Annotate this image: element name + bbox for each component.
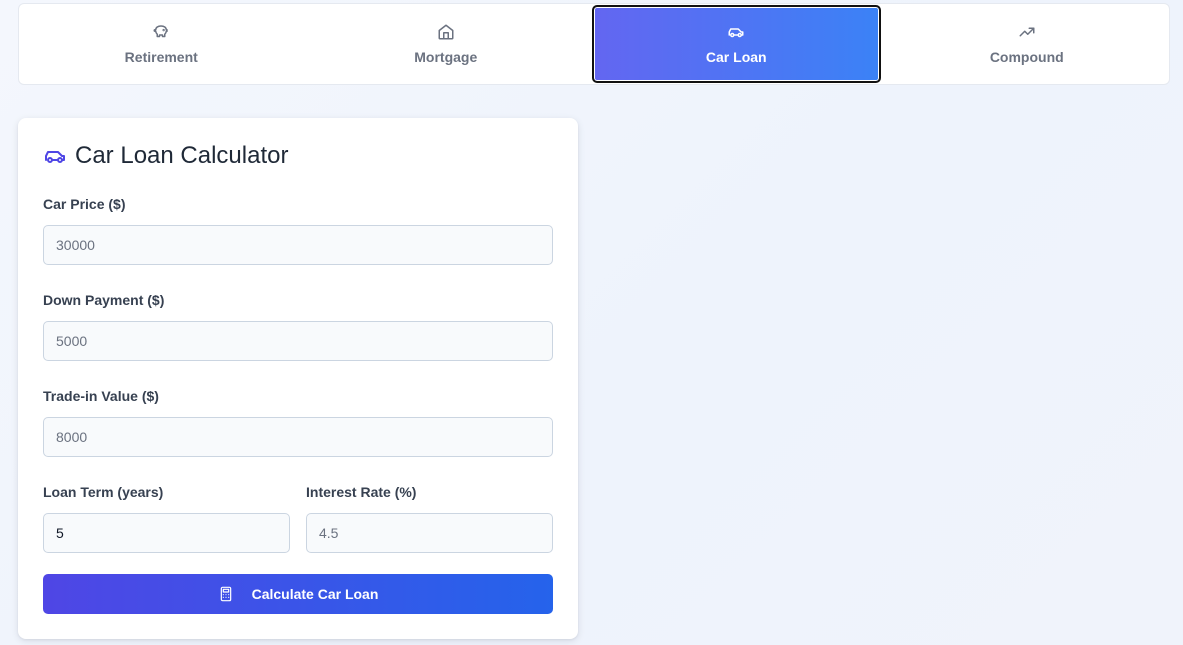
car-icon [728,28,744,38]
interest-rate-input[interactable]: 4.5 [306,513,553,553]
home-icon [438,24,454,40]
trending-up-icon [1019,27,1035,37]
tab-car-loan-label: Car Loan [705,49,767,65]
car-loan-card: Car Loan Calculator Car Price ($) 30000 … [18,118,578,639]
tab-car-loan[interactable]: Car Loan [592,5,881,83]
trade-in-field: Trade-in Value ($) 8000 [43,387,553,457]
card-title: Car Loan Calculator [43,141,553,171]
loan-term-field: Loan Term (years) 5 [43,483,290,553]
piggy-bank-icon [153,25,168,38]
calculator-icon [220,586,231,602]
tab-compound[interactable]: Compound [885,4,1170,84]
tab-mortgage-label: Mortgage [414,49,478,65]
trade-in-label: Trade-in Value ($) [43,388,159,404]
card-title-text: Car Loan Calculator [75,142,289,169]
calculate-car-loan-button[interactable]: Calculate Car Loan [43,574,553,614]
car-price-field: Car Price ($) 30000 [43,195,553,265]
interest-rate-label: Interest Rate (%) [306,484,417,500]
calculate-button-label: Calculate Car Loan [251,586,379,602]
down-payment-label: Down Payment ($) [43,292,165,308]
tab-mortgage[interactable]: Mortgage [304,4,589,84]
car-icon [45,151,65,163]
tab-compound-label: Compound [989,49,1064,65]
loan-term-label: Loan Term (years) [43,484,164,500]
down-payment-input[interactable]: 5000 [43,321,553,361]
car-price-input[interactable]: 30000 [43,225,553,265]
tab-retirement[interactable]: Retirement [19,4,304,84]
down-payment-field: Down Payment ($) 5000 [43,291,553,361]
calculator-tabs: Retirement Mortgage Car Loan Compound [18,3,1170,85]
trade-in-input[interactable]: 8000 [43,417,553,457]
tab-retirement-label: Retirement [124,49,198,65]
interest-rate-field: Interest Rate (%) 4.5 [306,483,553,553]
loan-term-input[interactable]: 5 [43,513,290,553]
car-price-label: Car Price ($) [43,196,126,212]
